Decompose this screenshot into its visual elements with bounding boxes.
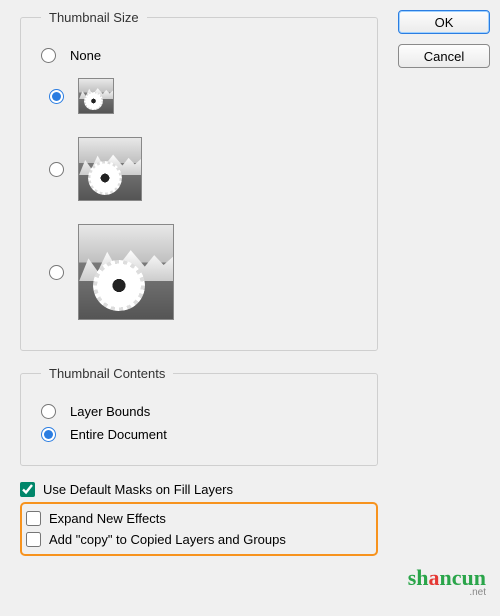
expand-new-effects-checkbox[interactable] — [26, 511, 41, 526]
contents-entire-document-row[interactable]: Entire Document — [41, 427, 362, 442]
thumb-size-none-radio[interactable] — [41, 48, 56, 63]
expand-new-effects-label: Expand New Effects — [49, 511, 166, 526]
thumb-size-small-row[interactable] — [49, 71, 362, 121]
add-copy-checkbox[interactable] — [26, 532, 41, 547]
add-copy-row[interactable]: Add "copy" to Copied Layers and Groups — [26, 531, 372, 548]
thumb-size-large-row[interactable] — [49, 217, 362, 327]
thumbnail-contents-legend: Thumbnail Contents — [41, 366, 173, 381]
use-default-masks-row[interactable]: Use Default Masks on Fill Layers — [20, 481, 378, 498]
cancel-button[interactable]: Cancel — [398, 44, 490, 68]
ok-button[interactable]: OK — [398, 10, 490, 34]
contents-layer-bounds-row[interactable]: Layer Bounds — [41, 404, 362, 419]
thumbnail-size-group: Thumbnail Size None — [20, 10, 378, 351]
thumb-size-none-label: None — [70, 48, 101, 63]
use-default-masks-checkbox[interactable] — [20, 482, 35, 497]
thumb-size-medium-radio[interactable] — [49, 162, 64, 177]
thumb-size-small-radio[interactable] — [49, 89, 64, 104]
watermark: shancun .net — [408, 565, 486, 598]
thumb-size-large-radio[interactable] — [49, 265, 64, 280]
add-copy-label: Add "copy" to Copied Layers and Groups — [49, 532, 286, 547]
thumbnail-contents-group: Thumbnail Contents Layer Bounds Entire D… — [20, 366, 378, 466]
dialog-buttons: OK Cancel — [398, 10, 490, 556]
thumbnail-size-legend: Thumbnail Size — [41, 10, 147, 25]
contents-layer-bounds-label: Layer Bounds — [70, 404, 150, 419]
thumb-preview-large — [78, 224, 174, 320]
thumb-preview-medium — [78, 137, 142, 201]
thumb-size-none-row[interactable]: None — [41, 48, 362, 63]
contents-entire-document-label: Entire Document — [70, 427, 167, 442]
contents-entire-document-radio[interactable] — [41, 427, 56, 442]
layers-panel-options-dialog: Thumbnail Size None — [0, 0, 500, 616]
highlighted-options: Expand New Effects Add "copy" to Copied … — [20, 502, 378, 556]
contents-layer-bounds-radio[interactable] — [41, 404, 56, 419]
use-default-masks-label: Use Default Masks on Fill Layers — [43, 482, 233, 497]
thumb-preview-small — [78, 78, 114, 114]
expand-new-effects-row[interactable]: Expand New Effects — [26, 510, 372, 527]
thumb-size-medium-row[interactable] — [49, 129, 362, 209]
